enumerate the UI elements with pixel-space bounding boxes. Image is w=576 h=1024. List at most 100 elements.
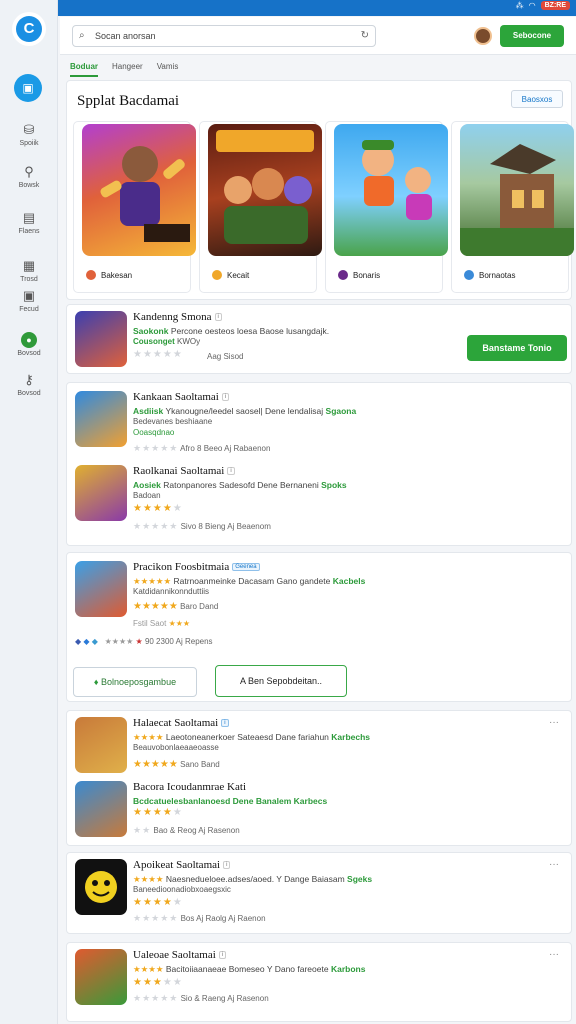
sidebar-item-6[interactable]: ● Bovsod (0, 330, 58, 357)
sidebar-item-7[interactable]: ⚷ Bovsod (0, 372, 58, 397)
section-title: Spplat Bacdamai (77, 93, 180, 109)
list-item[interactable]: Pracikon Foosbitmaia Geenea ★★★★★ Ratrnoa… (75, 561, 565, 646)
game-thumbnail (75, 717, 127, 773)
game-meta: ★★★★★ Baro Dand (133, 601, 219, 612)
game-list-panel: Kankaan Saoltamai i Asdiisk Ykanougne/lee… (66, 382, 572, 546)
rating-stars: ★★★★★ (133, 349, 183, 360)
game-list-panel: Apoikeat Saoltamai i ··· ★★★★ Naesneduelo… (66, 852, 572, 934)
sidebar-item-label: Bovsod (17, 390, 41, 397)
sidebar-item-2[interactable]: ⚲ Bowsk (0, 164, 58, 189)
game-thumbnail (75, 391, 127, 447)
list-item[interactable]: Kandenng Smona i Saokonk Percone oesteos … (75, 311, 567, 375)
game-meta: Aag Sisod (207, 352, 244, 361)
game-meta: ★★★★★ Sivo 8 Bieng Aj Beaenom (133, 521, 271, 531)
game-meta: ★★★★★ Sio & Raeng Aj Rasenon (133, 993, 269, 1003)
rating-stars: ★★★★★ (133, 503, 183, 514)
tab-3[interactable]: Vamis (157, 62, 179, 77)
featured-card[interactable]: Kecait (199, 121, 322, 293)
install-button[interactable]: Banstame Tonio (467, 335, 567, 361)
game-title: Bacora Icoudanmrae Kati (133, 781, 246, 793)
game-list-panel: Halaecat Saoltamai i ··· ★★★★ Laeotoneane… (66, 710, 572, 846)
list-item[interactable]: Bacora Icoudanmrae Kati Bcdcatuelesbanla… (75, 781, 565, 845)
header-cta-button[interactable]: Sebocone (500, 25, 564, 47)
featured-card[interactable]: Bakesan (73, 121, 196, 293)
more-options-icon[interactable]: ··· (549, 859, 559, 870)
list-item[interactable]: Halaecat Saoltamai i ··· ★★★★ Laeotoneane… (75, 717, 565, 781)
game-list-panel: Ualeoae Saoltamai i ··· ★★★★ Bacitoiiaana… (66, 942, 572, 1022)
sidebar-item-label: Trosd (20, 276, 38, 283)
globe-icon: ● (21, 332, 37, 348)
tab-1[interactable]: Boduar (70, 62, 98, 77)
game-description: ★★★★ Naesnedueloee.adses/aoed. Y Dange B… (133, 874, 373, 884)
box-icon: ▣ (22, 288, 36, 303)
featured-card[interactable]: Bonaris (325, 121, 448, 293)
game-subtitle: Cousonget KWOy (133, 337, 201, 346)
card-caption: Bornaotas (464, 270, 515, 280)
tab-2[interactable]: Hangeer (112, 62, 143, 77)
game-meta: ★★★★★ Afro 8 Beeo Aj Rabaenon (133, 443, 271, 453)
sidebar-item-1[interactable]: ⛁ Spoiik (0, 122, 58, 147)
sidebar: C ▣ ⛁ Spoiik ⚲ Bowsk ▤ Flaens ▦ Trosd ▣ … (0, 0, 58, 1024)
bag-icon: ⛁ (23, 122, 35, 137)
game-description: Bcdcatuelesbanlanoesd Dene Banalem Karbe… (133, 796, 328, 806)
game-art (82, 124, 196, 256)
game-description: ★★★★★ Ratrnoanmeinke Dacasam Gano gandet… (133, 576, 366, 586)
sidebar-item-4[interactable]: ▦ Trosd (0, 258, 58, 283)
game-thumbnail (75, 311, 127, 367)
game-meta-row: ◆ ◆ ◆ ★★★★ ★ 90 2300 Aj Repens (75, 637, 213, 646)
leaf-icon: ♦ (93, 677, 99, 687)
rating-stars: ★★★★★ (133, 977, 183, 988)
status-icons: ⁂ ◠ BZ:RE (516, 1, 570, 10)
game-thumbnail (75, 465, 127, 521)
game-thumbnail (75, 949, 127, 1005)
game-description: ★★★★ Laeotoneanerkoer Sateaesd Dane fari… (133, 732, 371, 742)
game-meta: ★★ Bao & Reog Aj Rasenon (133, 825, 240, 835)
game-description: Saokonk Percone oesteos loesa Baose lusa… (133, 326, 330, 336)
game-subtitle: Badoan (133, 491, 161, 500)
home-icon[interactable]: ▣ (14, 74, 42, 102)
avatar[interactable] (474, 27, 492, 45)
list-item[interactable]: Kankaan Saoltamai i Asdiisk Ykanougne/lee… (75, 391, 565, 455)
list-item[interactable]: Ualeoae Saoltamai i ··· ★★★★ Bacitoiiaana… (75, 949, 565, 1013)
game-title: Raolkanai Saoltamai i (133, 465, 235, 477)
game-tagline: Ooasqdnao (133, 428, 175, 437)
game-thumbnail (75, 781, 127, 837)
calendar-icon: ▦ (22, 258, 36, 273)
more-options-icon[interactable]: ··· (549, 717, 559, 728)
document-icon: ▤ (22, 210, 36, 225)
game-meta: ★★★★★ Sano Band (133, 759, 220, 770)
game-thumbnail (75, 561, 127, 617)
key-icon: ⚷ (24, 372, 34, 387)
status-badge: BZ:RE (540, 1, 570, 10)
logo-icon: C (16, 16, 42, 42)
refresh-icon[interactable]: ↻ (361, 30, 369, 41)
signal-icon: ⁂ (515, 1, 524, 10)
game-meta: ★★★★★ Bos Aj Raolg Aj Raenon (133, 913, 266, 923)
card-caption: Bonaris (338, 270, 380, 280)
search-input[interactable]: ⌕ Socan anorsan ↻ (72, 25, 376, 47)
game-description: Aosiek Ratonpanores Sadesofd Dene Bernan… (133, 480, 347, 490)
sidebar-item-label: Fecud (19, 306, 39, 313)
category-button[interactable]: ♦ Bolnoeposgambue (73, 667, 197, 697)
more-options-icon[interactable]: ··· (549, 949, 559, 960)
list-item[interactable]: Raolkanai Saoltamai i Aosiek Ratonpanores… (75, 465, 565, 531)
app-logo[interactable]: C (12, 12, 46, 46)
see-more-button[interactable]: Baosxos (511, 90, 563, 108)
game-art (334, 124, 448, 256)
list-item[interactable]: Apoikeat Saoltamai i ··· ★★★★ Naesneduelo… (75, 859, 565, 923)
featured-section: Spplat Bacdamai Baosxos Bakesan Kecait B… (66, 80, 574, 300)
game-art (208, 124, 322, 256)
game-art (460, 124, 574, 256)
featured-card[interactable]: Bornaotas (451, 121, 574, 293)
game-subtitle: Katdidannikonnduttiis (133, 587, 210, 596)
search-icon: ⌕ (79, 30, 85, 41)
sidebar-item-label: Spoiik (19, 140, 39, 147)
sidebar-item-5[interactable]: ▣ Fecud (0, 288, 58, 313)
sidebar-item-3[interactable]: ▤ Flaens (0, 210, 58, 235)
game-description: ★★★★ Bacitoiiaanaeae Bomeseo Y Dano fare… (133, 964, 366, 974)
header: ⌕ Socan anorsan ↻ Sebocone (60, 17, 576, 55)
see-all-button[interactable]: A Ben Sepobdeitan.. (215, 665, 347, 697)
game-title: Halaecat Saoltamai i (133, 717, 229, 729)
game-subtitle: Beauvobonlaeaaeoasse (133, 743, 219, 752)
tab-bar: Boduar Hangeer Vamis (70, 62, 178, 77)
